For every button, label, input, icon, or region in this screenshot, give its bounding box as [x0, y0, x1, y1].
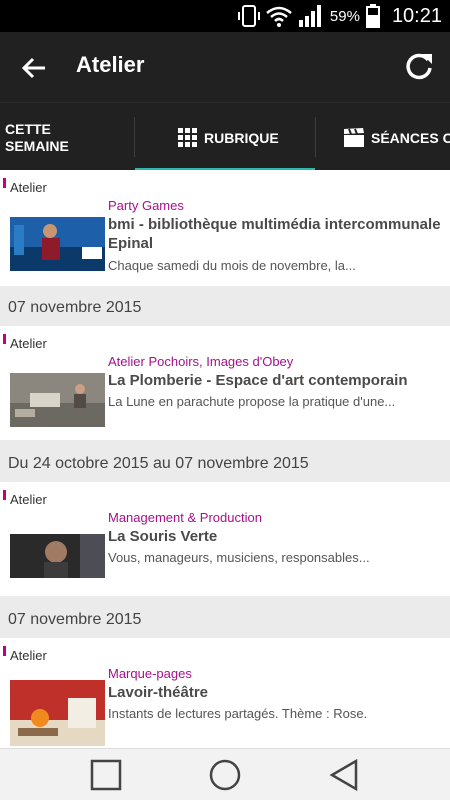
status-bar: 59% 10:21	[0, 0, 450, 32]
tab-rubrique[interactable]: RUBRIQUE	[135, 103, 315, 171]
item-description: Chaque samedi du mois de novembre, la...	[108, 258, 356, 273]
list-item[interactable]: Atelier Management & Production La Souri…	[0, 482, 450, 596]
event-list: Atelier Party Games bmi - bibliothèque m…	[0, 170, 450, 748]
item-title: bmi - bibliothèque multimédia intercommu…	[108, 216, 441, 252]
clapperboard-icon	[344, 128, 364, 147]
tab-seances[interactable]: SÉANCES CI	[315, 103, 450, 171]
page-title: Atelier	[76, 52, 145, 77]
item-description: Instants de lectures partagés. Thème : R…	[108, 706, 368, 721]
tab-this-week[interactable]: CETTE SEMAINE	[0, 103, 135, 171]
tab-this-week-label: CETTE SEMAINE	[5, 121, 69, 154]
list-item[interactable]: Atelier Party Games bmi - bibliothèque m…	[0, 170, 450, 286]
wifi-icon	[266, 6, 292, 27]
tab-seances-label: SÉANCES CI	[371, 130, 450, 146]
item-category: Atelier	[10, 336, 47, 351]
refresh-icon[interactable]	[402, 50, 436, 84]
date-header: 07 novembre 2015	[8, 299, 142, 316]
item-thumbnail	[10, 680, 105, 746]
item-description: La Lune en parachute propose la pratique…	[108, 394, 396, 409]
signal-icon	[298, 5, 321, 27]
phone-vibrate-icon	[237, 5, 260, 27]
battery-percent: 59%	[329, 7, 360, 25]
back-arrow-icon[interactable]	[18, 52, 50, 84]
category-marker	[3, 490, 6, 500]
item-thumbnail	[10, 217, 105, 271]
item-title: La Souris Verte	[108, 528, 218, 545]
category-marker	[3, 178, 6, 188]
date-header: 07 novembre 2015	[8, 611, 142, 628]
status-icons: 59% 10:21	[237, 0, 442, 32]
item-category: Atelier	[10, 180, 47, 195]
clock: 10:21	[391, 4, 442, 27]
item-tag: Atelier Pochoirs, Images d'Obey	[108, 354, 294, 369]
category-marker	[3, 334, 6, 344]
item-title: La Plomberie - Espace d'art contemporain	[108, 372, 408, 389]
system-nav-bar	[0, 748, 450, 800]
app-bar: Atelier	[0, 32, 450, 102]
item-description: Vous, manageurs, musiciens, responsables…	[108, 550, 370, 565]
list-item[interactable]: Atelier Atelier Pochoirs, Images d'Obey …	[0, 326, 450, 440]
item-thumbnail	[10, 534, 105, 578]
item-category: Atelier	[10, 492, 47, 507]
item-tag: Marque-pages	[108, 666, 192, 681]
item-category: Atelier	[10, 648, 47, 663]
tab-bar: CETTE SEMAINE RUBRIQUE SÉANCES CI	[0, 102, 450, 171]
recent-apps-icon[interactable]	[88, 757, 124, 793]
item-tag: Party Games	[108, 198, 184, 213]
date-header: Du 24 octobre 2015 au 07 novembre 2015	[8, 455, 309, 472]
back-icon[interactable]	[326, 757, 362, 793]
item-tag: Management & Production	[108, 510, 262, 525]
grid-icon	[178, 128, 197, 147]
list-item[interactable]: Atelier Marque-pages Lavoir-théâtre Inst…	[0, 638, 450, 748]
battery-icon	[365, 4, 380, 28]
item-thumbnail	[10, 373, 105, 427]
home-icon[interactable]	[207, 757, 243, 793]
category-marker	[3, 646, 6, 656]
tab-rubrique-label: RUBRIQUE	[204, 130, 279, 146]
item-title: Lavoir-théâtre	[108, 684, 209, 701]
